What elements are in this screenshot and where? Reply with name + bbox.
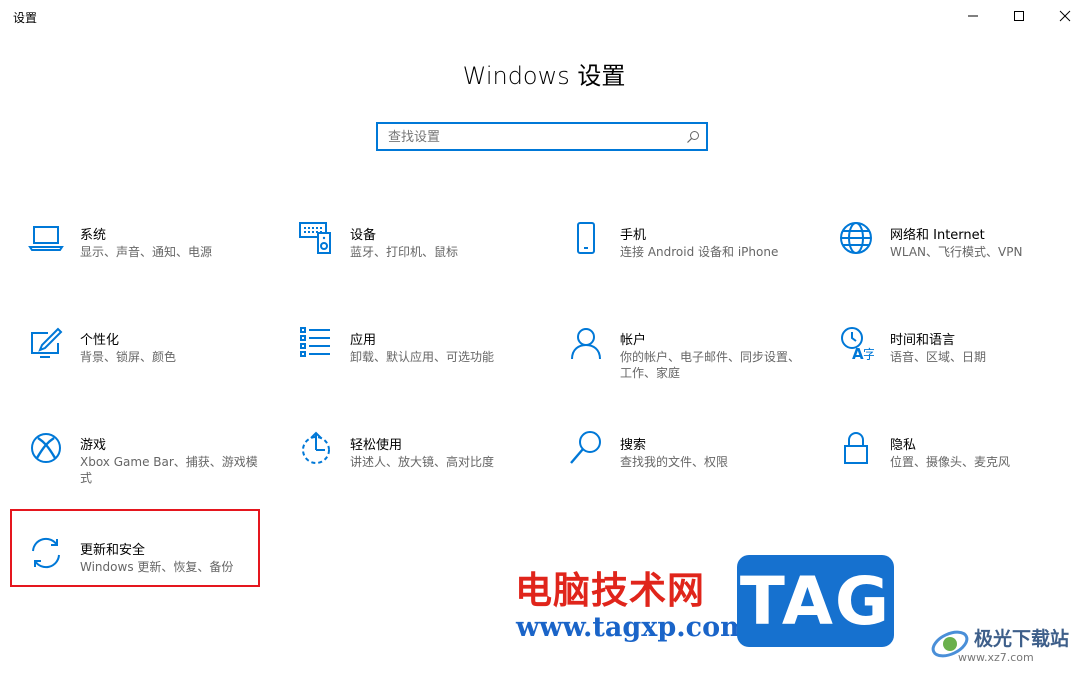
update-sync-icon	[32, 537, 60, 569]
tile-description: Windows 更新、恢复、备份	[80, 560, 234, 574]
tile-privacy[interactable]: 隐私 位置、摄像头、麦克风	[823, 426, 1073, 510]
minimize-icon	[968, 15, 978, 17]
close-icon	[1059, 10, 1071, 22]
minimize-button[interactable]	[950, 0, 996, 32]
tile-description: 蓝牙、打印机、鼠标	[350, 245, 459, 259]
tile-network[interactable]: 网络和 Internet WLAN、飞行模式、VPN	[823, 216, 1073, 300]
tile-description: 讲述人、放大镜、高对比度	[350, 455, 495, 469]
tile-description: 背景、锁屏、颜色	[80, 350, 177, 364]
tile-label: 隐私	[890, 438, 917, 453]
tile-label: 系统	[80, 228, 107, 243]
tile-label: 游戏	[80, 438, 107, 453]
tile-description: 查找我的文件、权限	[620, 455, 729, 469]
watermark-brand-url: www.xz7.com	[958, 651, 1034, 664]
search-input[interactable]	[388, 128, 678, 146]
maximize-icon	[1014, 11, 1024, 21]
tile-gaming[interactable]: 游戏 Xbox Game Bar、捕获、游戏模式	[13, 426, 263, 510]
tile-phone[interactable]: 手机 连接 Android 设备和 iPhone	[553, 216, 803, 300]
devices-icon	[299, 222, 331, 254]
svg-text:字: 字	[863, 348, 874, 361]
tile-label: 更新和安全	[80, 543, 146, 558]
search-box[interactable]	[376, 122, 708, 151]
close-button[interactable]	[1042, 0, 1088, 32]
globe-icon	[840, 222, 872, 254]
tile-ease-of-access[interactable]: 轻松使用 讲述人、放大镜、高对比度	[283, 426, 533, 510]
search-icon[interactable]	[686, 130, 700, 144]
tile-description: Xbox Game Bar、捕获、游戏模式	[80, 455, 258, 485]
ease-of-access-icon	[302, 431, 330, 464]
tile-label: 帐户	[620, 333, 647, 348]
laptop-icon	[28, 226, 64, 251]
watermark-site-url: www.tagxp.com	[516, 612, 749, 643]
tile-system[interactable]: 系统 显示、声音、通知、电源	[13, 216, 263, 300]
watermark-tag-logo: TAG	[737, 555, 894, 647]
tile-apps[interactable]: 应用 卸载、默认应用、可选功能	[283, 321, 533, 405]
phone-icon	[577, 222, 595, 254]
tile-description: 连接 Android 设备和 iPhone	[620, 245, 779, 259]
tile-label: 个性化	[80, 333, 120, 348]
tile-label: 手机	[620, 228, 647, 243]
tile-description: 显示、声音、通知、电源	[80, 245, 213, 259]
personalization-icon	[31, 327, 63, 358]
page-title: Windows 设置	[462, 62, 626, 90]
tile-description: 卸载、默认应用、可选功能	[350, 350, 495, 364]
tile-label: 搜索	[620, 438, 647, 453]
xbox-icon	[31, 433, 61, 463]
tile-label: 设备	[350, 228, 377, 243]
watermark-brand: 极光下载站	[974, 628, 1070, 650]
watermark-site-name: 电脑技术网	[515, 569, 705, 612]
tile-devices[interactable]: 设备 蓝牙、打印机、鼠标	[283, 216, 533, 300]
person-icon	[571, 328, 601, 360]
app-title: 设置	[13, 11, 38, 25]
search-icon	[570, 431, 601, 464]
tile-label: 时间和语言	[890, 333, 956, 348]
tile-description: 位置、摄像头、麦克风	[890, 455, 1011, 469]
tile-description: WLAN、飞行模式、VPN	[890, 245, 1023, 259]
tile-label: 网络和 Internet	[890, 228, 985, 243]
tile-update-security[interactable]: 更新和安全 Windows 更新、恢复、备份	[13, 531, 263, 615]
apps-list-icon	[300, 327, 330, 357]
tile-search[interactable]: 搜索 查找我的文件、权限	[553, 426, 803, 510]
tile-time-language[interactable]: A 字 时间和语言 语音、区域、日期	[823, 321, 1073, 405]
tile-label: 轻松使用	[350, 438, 403, 453]
lock-icon	[844, 432, 868, 464]
time-language-icon: A 字	[841, 327, 874, 361]
tile-personalization[interactable]: 个性化 背景、锁屏、颜色	[13, 321, 263, 405]
title-bar: 设置	[0, 0, 1088, 32]
tile-description: 你的帐户、电子邮件、同步设置、工作、家庭	[620, 350, 801, 380]
tile-description: 语音、区域、日期	[890, 350, 987, 364]
tile-accounts[interactable]: 帐户 你的帐户、电子邮件、同步设置、工作、家庭	[553, 321, 803, 405]
tile-label: 应用	[350, 333, 377, 348]
maximize-button[interactable]	[996, 0, 1042, 32]
